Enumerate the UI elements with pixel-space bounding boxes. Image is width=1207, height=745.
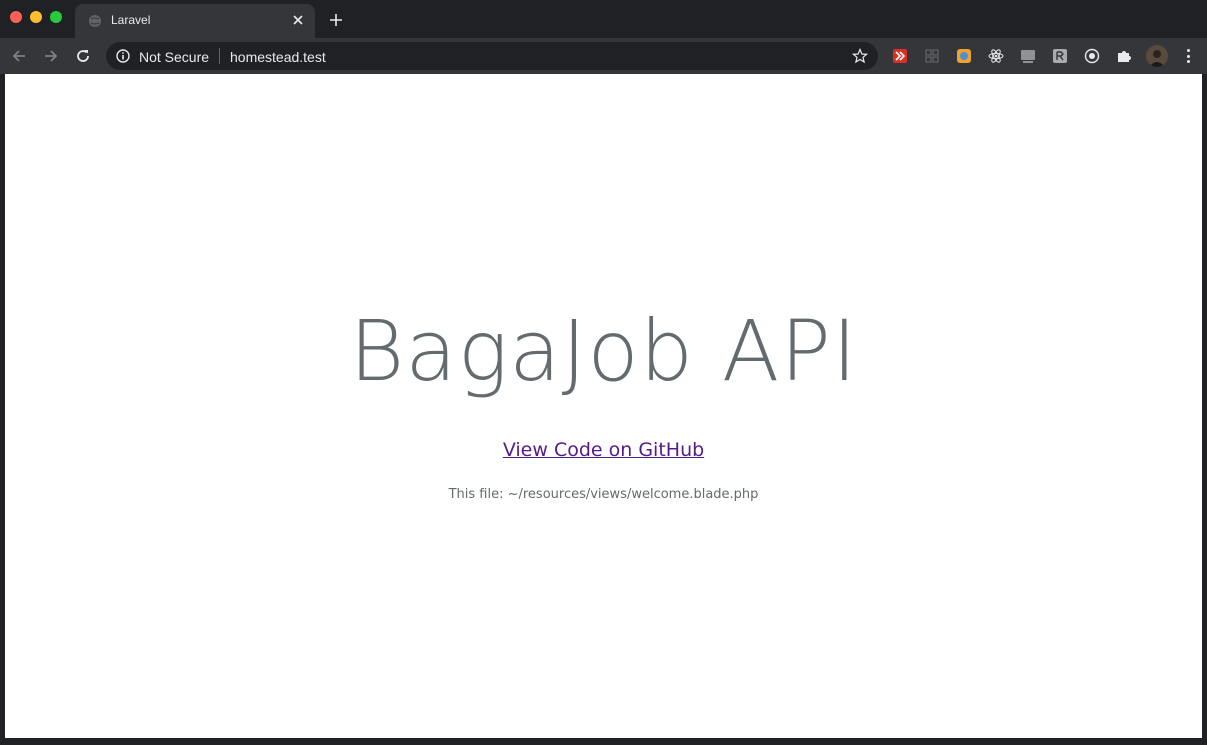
new-tab-button[interactable] — [326, 10, 346, 30]
close-icon — [293, 15, 303, 25]
close-window-button[interactable] — [10, 11, 22, 23]
tab-laravel[interactable]: Laravel — [75, 4, 315, 38]
plus-icon — [330, 14, 342, 26]
browser-window: Laravel Not Secure homestead.test BagaJo… — [0, 0, 1207, 745]
tab-title: Laravel — [111, 13, 151, 27]
arrow-right-icon — [45, 50, 58, 62]
honey-icon[interactable] — [956, 48, 972, 64]
omnibox-divider — [219, 48, 220, 64]
file-path-note: This file: ~/resources/views/welcome.bla… — [448, 487, 759, 502]
url-text[interactable]: homestead.test — [230, 49, 326, 65]
welcome-content: BagaJob API View Code on GitHub This fil… — [5, 74, 1202, 738]
target-icon[interactable] — [1084, 48, 1100, 64]
tab-strip: Laravel — [0, 0, 1207, 38]
reload-button[interactable] — [73, 46, 93, 66]
tab-close-button[interactable] — [289, 11, 307, 29]
arrow-left-icon — [12, 50, 25, 62]
react-devtools-icon[interactable] — [988, 48, 1004, 64]
page-viewport: BagaJob API View Code on GitHub This fil… — [5, 74, 1202, 738]
grid-icon[interactable] — [924, 48, 940, 64]
back-button[interactable] — [9, 46, 29, 66]
vimium-icon[interactable] — [892, 48, 908, 64]
github-link[interactable]: View Code on GitHub — [5, 439, 1202, 461]
address-bar[interactable]: Not Secure homestead.test — [106, 42, 878, 70]
info-icon[interactable] — [116, 49, 130, 63]
readwise-icon[interactable] — [1052, 48, 1068, 64]
security-label[interactable]: Not Secure — [139, 49, 209, 65]
minimize-window-button[interactable] — [30, 11, 42, 23]
css-peeper-icon[interactable] — [1020, 48, 1036, 64]
toolbar: Not Secure homestead.test — [0, 38, 1207, 74]
page-title: BagaJob API — [349, 302, 858, 400]
forward-button[interactable] — [41, 46, 61, 66]
puzzle-icon[interactable] — [1116, 48, 1132, 64]
globe-icon — [89, 15, 101, 27]
profile-avatar[interactable] — [1146, 45, 1168, 67]
more-menu-icon[interactable] — [1182, 47, 1194, 65]
maximize-window-button[interactable] — [50, 11, 62, 23]
star-icon[interactable] — [852, 48, 868, 64]
reload-icon — [77, 50, 89, 62]
